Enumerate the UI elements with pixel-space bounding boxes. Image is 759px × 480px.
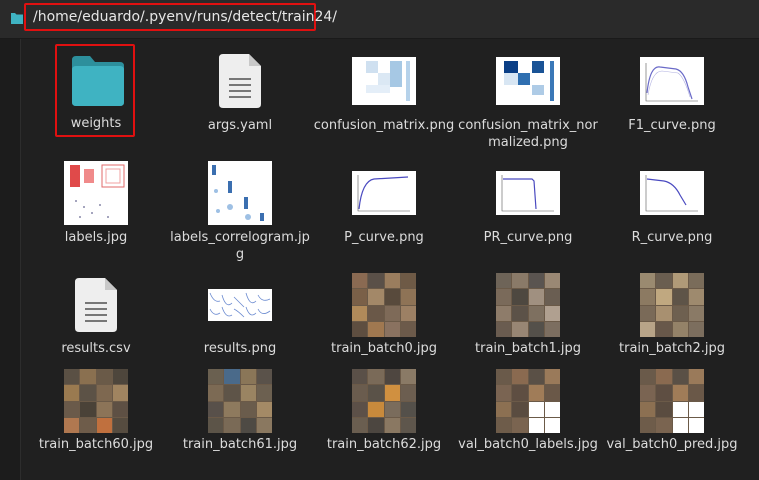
file-label: val_batch0_labels.jpg <box>458 437 598 452</box>
file-item-pr-curve[interactable]: PR_curve.png <box>456 158 600 268</box>
file-label: train_batch62.jpg <box>326 437 442 452</box>
file-item-train-batch2[interactable]: train_batch2.jpg <box>600 270 744 370</box>
text-file-icon <box>75 278 117 332</box>
file-label: P_curve.png <box>344 230 424 245</box>
file-item-train-batch62[interactable]: train_batch62.jpg <box>312 366 456 466</box>
f1-curve-thumbnail <box>640 57 704 105</box>
confusion-matrix-normalized-thumbnail <box>496 57 560 105</box>
file-label: train_batch60.jpg <box>38 437 154 452</box>
labels-correlogram-thumbnail <box>208 161 272 225</box>
file-label: confusion_matrix_normalized.png <box>458 118 598 150</box>
file-item-train-batch1[interactable]: train_batch1.jpg <box>456 270 600 370</box>
file-item-train-batch0[interactable]: train_batch0.jpg <box>312 270 456 370</box>
file-item-results-csv[interactable]: results.csv <box>24 270 168 370</box>
text-file-icon <box>219 54 261 108</box>
sidebar <box>0 39 21 480</box>
file-label: train_batch61.jpg <box>182 437 298 452</box>
file-item-labels[interactable]: labels.jpg <box>24 158 168 268</box>
train-batch-thumbnail <box>352 273 416 337</box>
file-label: results.csv <box>61 341 131 356</box>
pr-curve-thumbnail <box>496 171 560 215</box>
file-item-val-batch0-labels[interactable]: val_batch0_labels.jpg <box>456 366 600 466</box>
file-item-val-batch0-pred[interactable]: val_batch0_pred.jpg <box>600 366 744 466</box>
file-item-results-png[interactable]: results.png <box>168 270 312 370</box>
file-item-args-yaml[interactable]: args.yaml <box>168 44 312 154</box>
file-item-r-curve[interactable]: R_curve.png <box>600 158 744 268</box>
confusion-matrix-thumbnail <box>352 57 416 105</box>
folder-icon <box>72 56 124 106</box>
train-batch-thumbnail <box>64 369 128 433</box>
results-thumbnail <box>208 289 272 321</box>
file-item-train-batch60[interactable]: train_batch60.jpg <box>24 366 168 466</box>
file-item-f1-curve[interactable]: F1_curve.png <box>600 44 744 154</box>
train-batch-thumbnail <box>352 369 416 433</box>
file-item-labels-correlogram[interactable]: labels_correlogram.jpg <box>168 158 312 268</box>
path-bar: /home/eduardo/.pyenv/runs/detect/train24… <box>0 0 759 39</box>
p-curve-thumbnail <box>352 171 416 215</box>
folder-icon <box>11 13 23 24</box>
file-label: weights <box>70 116 122 131</box>
path-input[interactable]: /home/eduardo/.pyenv/runs/detect/train24… <box>33 9 337 25</box>
file-label: val_batch0_pred.jpg <box>606 437 738 452</box>
file-item-p-curve[interactable]: P_curve.png <box>312 158 456 268</box>
file-label: confusion_matrix.png <box>313 118 455 133</box>
labels-thumbnail <box>64 161 128 225</box>
file-label: results.png <box>203 341 277 356</box>
file-label: R_curve.png <box>631 230 713 245</box>
file-label: labels_correlogram.jpg <box>170 230 310 262</box>
file-label: PR_curve.png <box>483 230 573 245</box>
train-batch-thumbnail <box>640 273 704 337</box>
file-label: train_batch0.jpg <box>331 341 437 356</box>
file-label: train_batch1.jpg <box>475 341 581 356</box>
val-batch-thumbnail <box>640 369 704 433</box>
train-batch-thumbnail <box>496 273 560 337</box>
file-label: F1_curve.png <box>628 118 716 133</box>
train-batch-thumbnail <box>208 369 272 433</box>
file-label: labels.jpg <box>64 230 128 245</box>
file-label: args.yaml <box>207 118 273 133</box>
file-label: train_batch2.jpg <box>619 341 725 356</box>
file-item-confusion-matrix[interactable]: confusion_matrix.png <box>312 44 456 154</box>
file-item-confusion-matrix-normalized[interactable]: confusion_matrix_normalized.png <box>456 44 600 154</box>
val-batch-thumbnail <box>496 369 560 433</box>
file-item-train-batch61[interactable]: train_batch61.jpg <box>168 366 312 466</box>
r-curve-thumbnail <box>640 171 704 215</box>
file-item-weights[interactable]: weights <box>24 44 168 154</box>
